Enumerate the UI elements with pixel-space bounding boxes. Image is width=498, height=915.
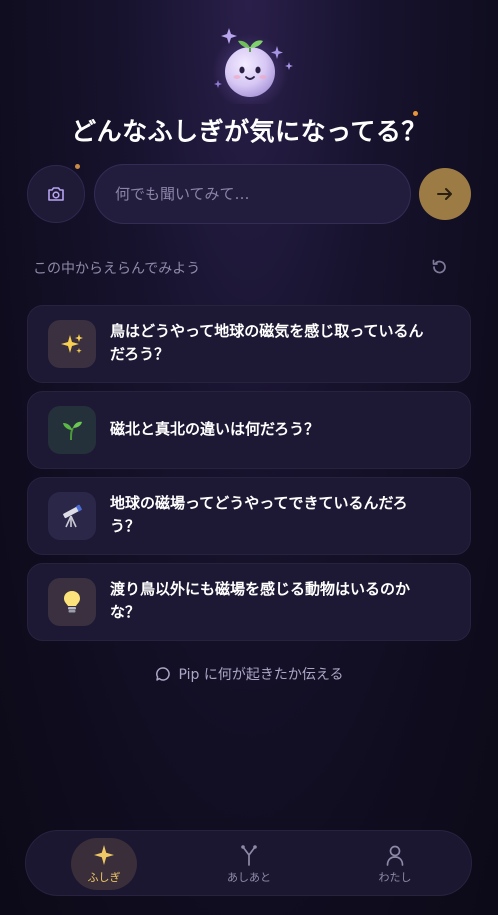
feedback-link[interactable]: Pip に何が起きたか伝える — [0, 664, 498, 684]
seedling-icon — [48, 406, 96, 454]
nav-tab-label: あしあと — [227, 870, 271, 884]
send-button[interactable] — [419, 168, 471, 220]
light-bulb-icon — [48, 578, 96, 626]
page-title: どんなふしぎが気になってる？ — [71, 117, 427, 146]
telescope-icon — [48, 492, 96, 540]
mascot-sprout-icon — [210, 24, 300, 110]
feedback-link-label: Pip に何が起きたか伝える — [178, 667, 344, 683]
refresh-button[interactable] — [428, 256, 450, 278]
section-label: この中からえらんでみよう — [33, 261, 201, 277]
search-field[interactable] — [94, 164, 411, 224]
nav-tab-fushigi[interactable]: ふしぎ — [71, 838, 137, 890]
nav-tab-label: ふしぎ — [87, 870, 121, 884]
suggestion-card[interactable]: 磁北と真北の違いは何だろう？ — [27, 391, 471, 469]
sparkles-icon — [48, 320, 96, 368]
chat-bubble-icon — [155, 667, 170, 681]
suggestion-card[interactable]: 渡り鳥以外にも磁場を感じる動物はいるのか な？ — [27, 563, 471, 641]
bottom-nav: ふしぎ あしあと わたし — [25, 830, 472, 896]
suggestion-text: 磁北と真北の違いは何だろう？ — [110, 420, 320, 438]
suggestion-text-cont: う？ — [110, 517, 141, 535]
person-icon — [386, 845, 404, 866]
nav-tab-watashi[interactable]: わたし — [362, 838, 428, 890]
footprint-branch-icon — [241, 844, 257, 866]
arrow-right-icon — [437, 188, 452, 200]
search-input[interactable] — [95, 165, 410, 223]
sparkle-icon — [94, 844, 114, 865]
suggestion-text: 鳥はどうやって地球の磁気を感じ取っているん — [110, 322, 424, 340]
camera-button[interactable] — [27, 165, 85, 223]
camera-notification-dot — [75, 164, 80, 169]
refresh-icon — [432, 259, 446, 274]
nav-tab-ashiato[interactable]: あしあと — [216, 838, 282, 890]
suggestion-text-cont: だろう？ — [110, 345, 170, 363]
suggestion-card[interactable]: 鳥はどうやって地球の磁気を感じ取っているん だろう？ — [27, 305, 471, 383]
camera-icon — [48, 187, 64, 201]
suggestion-text-cont: な？ — [110, 603, 141, 621]
suggestion-card[interactable]: 地球の磁場ってどうやってできているんだろ う？ — [27, 477, 471, 555]
suggestion-text: 地球の磁場ってどうやってできているんだろ — [110, 494, 408, 512]
nav-tab-label: わたし — [378, 870, 412, 884]
suggestion-text: 渡り鳥以外にも磁場を感じる動物はいるのか — [110, 580, 411, 598]
